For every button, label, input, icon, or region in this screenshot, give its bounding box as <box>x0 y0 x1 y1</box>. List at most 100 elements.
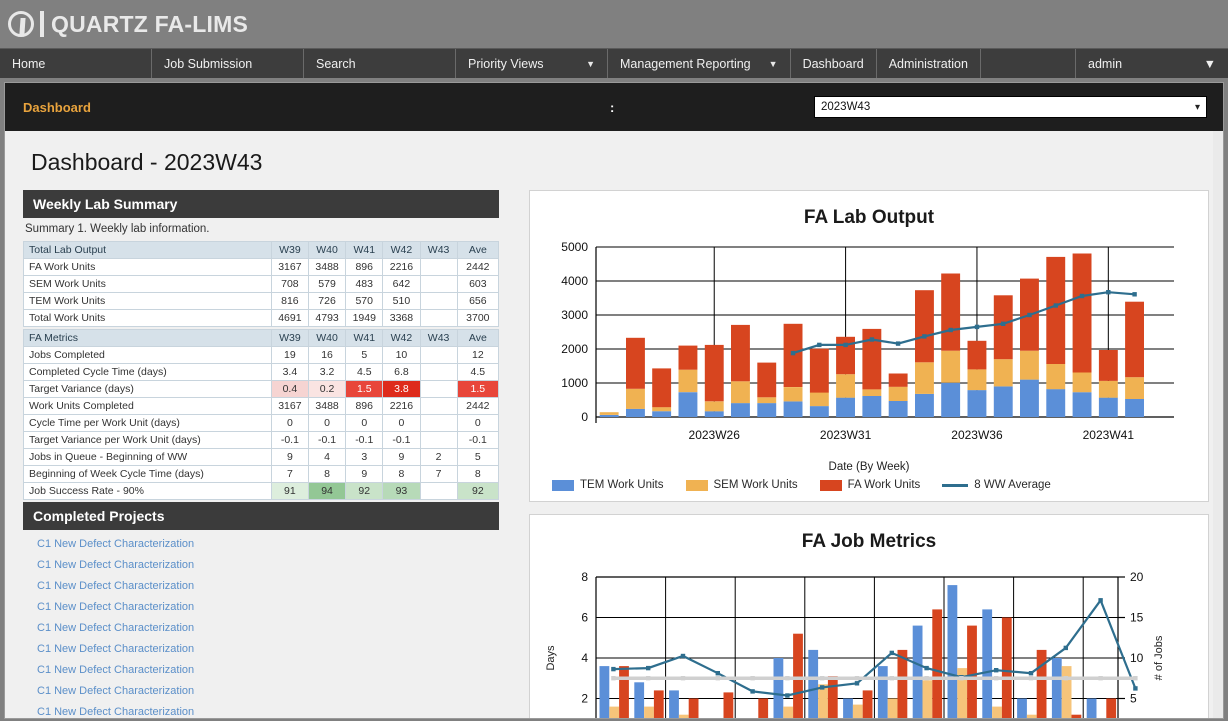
legend-item: FA Work Units <box>819 479 920 491</box>
nav-item-user-menu[interactable]: admin ▼ <box>1076 49 1228 78</box>
table-header-row: Total Lab Output W39 W40 W41 W42 W43 Ave <box>23 241 500 259</box>
table-cell: 656 <box>456 292 500 310</box>
table-cell: 1.5 <box>456 380 500 398</box>
table-cell: 5 <box>345 346 384 364</box>
list-item[interactable]: C1 New Defect Characterization <box>37 681 499 702</box>
chevron-down-icon: ▾ <box>1194 101 1200 113</box>
table-cell: 9 <box>270 448 309 466</box>
table-cell: 0 <box>307 414 347 432</box>
chevron-down-icon: ▼ <box>768 58 778 69</box>
table-col-header: W40 <box>307 241 347 259</box>
nav-item-job-submission[interactable]: Job Submission <box>152 49 304 78</box>
table-cell: 816 <box>270 292 309 310</box>
list-item[interactable]: C1 New Defect Characterization <box>37 555 499 576</box>
table-cell <box>419 275 458 293</box>
nav-item-dashboard[interactable]: Dashboard <box>791 49 877 78</box>
svg-text:3000: 3000 <box>561 308 588 322</box>
svg-text:2023W26: 2023W26 <box>689 428 741 442</box>
table-col-header: W42 <box>382 329 421 347</box>
table-cell <box>419 346 458 364</box>
nav-item-label: Management Reporting <box>620 56 751 71</box>
nav-item-home[interactable]: Home <box>0 49 152 78</box>
row-label: Beginning of Week Cycle Time (days) <box>23 465 272 483</box>
nav-item-administration[interactable]: Administration <box>877 49 981 78</box>
svg-text:5000: 5000 <box>561 240 588 254</box>
table-cell: 896 <box>345 397 384 415</box>
table-cell: -0.1 <box>382 431 421 449</box>
table-cell: 2442 <box>456 397 500 415</box>
app-logo: QUARTZ FA-LIMS <box>8 11 248 38</box>
svg-text:4000: 4000 <box>561 274 588 288</box>
legend-item: SEM Work Units <box>685 479 798 491</box>
table-cell: 12 <box>456 346 500 364</box>
nav-item-priority-views[interactable]: Priority Views ▼ <box>456 49 608 78</box>
svg-text:2023W31: 2023W31 <box>820 428 872 442</box>
quartz-circle-logo-icon <box>8 11 34 37</box>
week-select-value: 2023W43 <box>821 101 871 113</box>
list-item[interactable]: C1 New Defect Characterization <box>37 618 499 639</box>
table-row: FA Work Units 3167 3488 896 2216 2442 <box>23 258 500 276</box>
table-cell: 603 <box>456 275 500 293</box>
table-col-header: W39 <box>270 329 309 347</box>
legend-swatch-icon <box>819 479 842 491</box>
table-col-header: W43 <box>419 329 458 347</box>
table-col-header: W43 <box>419 241 458 259</box>
fa-lab-output-legend: TEM Work Units SEM Work Units FA Work Un… <box>538 473 1200 493</box>
table-cell <box>419 380 458 398</box>
list-item[interactable]: C1 New Defect Characterization <box>37 534 499 555</box>
total-lab-output-table: Total Lab Output W39 W40 W41 W42 W43 Ave FA Wor… <box>23 241 500 327</box>
table-cell: 92 <box>345 482 384 500</box>
table-cell: 9 <box>382 448 421 466</box>
table-cell <box>419 482 458 500</box>
row-label: Work Units Completed <box>23 397 272 415</box>
table-cell <box>419 414 458 432</box>
nav-item-search[interactable]: Search <box>304 49 456 78</box>
app-frame: Dashboard : 2023W43 ▾ Dashboard - 2023W4… <box>4 82 1224 719</box>
left-column: Weekly Lab Summary Summary 1. Weekly lab… <box>23 190 500 718</box>
table-col-header: W40 <box>307 329 347 347</box>
fa-job-metrics-plot: 2 4 6 8 5 10 15 20 Days # of Jobs <box>538 563 1200 718</box>
table-row: Beginning of Week Cycle Time (days) 7 8 9 8 7… <box>23 465 500 483</box>
table-cell: 4793 <box>307 309 347 327</box>
list-item[interactable]: C1 New Defect Characterization <box>37 597 499 618</box>
nav-item-management-reporting[interactable]: Management Reporting ▼ <box>608 49 791 78</box>
legend-swatch-icon <box>552 479 574 491</box>
table-cell: 2216 <box>382 397 421 415</box>
fa-lab-output-plot: 0 1000 2000 3000 4000 5000 2023W26 2023W31 2023W… <box>538 239 1200 459</box>
table-cell: 2 <box>419 448 458 466</box>
nav-item-label: Dashboard <box>802 56 864 71</box>
table-row: Jobs in Queue - Beginning of WW 9 4 3 9 2 5 <box>23 448 500 466</box>
table-row: Work Units Completed 3167 3488 896 2216 2442 <box>23 397 500 415</box>
table-cell: 510 <box>382 292 421 310</box>
table-cell: 3488 <box>307 397 347 415</box>
table-cell: 19 <box>270 346 309 364</box>
table-cell: 726 <box>307 292 347 310</box>
brand-name: QUARTZ FA-LIMS <box>51 10 248 37</box>
list-item[interactable]: C1 New Defect Characterization <box>37 702 499 718</box>
table-cell: 3368 <box>382 309 421 327</box>
table-cell: 483 <box>345 275 384 293</box>
table-cell: 5 <box>456 448 500 466</box>
table-cell: 2216 <box>382 258 421 276</box>
table-cell: -0.1 <box>307 431 347 449</box>
content-scrollbar[interactable] <box>1213 131 1223 718</box>
list-item[interactable]: C1 New Defect Characterization <box>37 639 499 660</box>
table-cell: 3.2 <box>307 363 347 381</box>
svg-text:Days: Days <box>545 645 557 671</box>
row-label: TEM Work Units <box>23 292 272 310</box>
row-label: Jobs Completed <box>23 346 272 364</box>
list-item[interactable]: C1 New Defect Characterization <box>37 576 499 597</box>
table-row: Jobs Completed 19 16 5 10 12 <box>23 346 500 364</box>
legend-item: 8 WW Average <box>942 479 1051 491</box>
table-cell: 8 <box>456 465 500 483</box>
table-row: Cycle Time per Work Unit (days) 0 0 0 0 0 <box>23 414 500 432</box>
row-label: Completed Cycle Time (days) <box>23 363 272 381</box>
nav-spacer <box>981 49 1076 78</box>
list-item[interactable]: C1 New Defect Characterization <box>37 660 499 681</box>
legend-line-icon <box>942 483 969 487</box>
week-select-dropdown[interactable]: 2023W43 ▾ <box>814 96 1207 118</box>
table-col-header: Ave <box>456 241 500 259</box>
table-cell: 570 <box>345 292 384 310</box>
table-cell: 3167 <box>270 397 309 415</box>
separator-colon: : <box>610 99 615 115</box>
